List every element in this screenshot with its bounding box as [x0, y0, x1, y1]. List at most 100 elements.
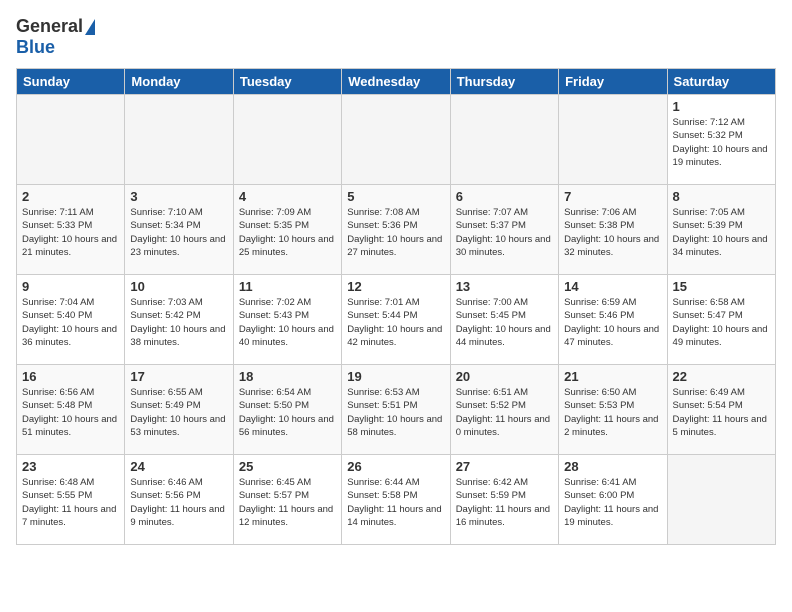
week-row-4: 16 Sunrise: 6:56 AM Sunset: 5:48 PM Dayli…	[17, 365, 776, 455]
day-number: 2	[22, 189, 119, 204]
calendar-cell-0-0	[17, 95, 125, 185]
calendar-header-row: SundayMondayTuesdayWednesdayThursdayFrid…	[17, 69, 776, 95]
day-info: Sunrise: 6:54 AM Sunset: 5:50 PM Dayligh…	[239, 386, 336, 439]
calendar-cell-1-6: 8 Sunrise: 7:05 AM Sunset: 5:39 PM Daylig…	[667, 185, 775, 275]
day-number: 18	[239, 369, 336, 384]
day-info: Sunrise: 7:08 AM Sunset: 5:36 PM Dayligh…	[347, 206, 444, 259]
calendar-cell-2-4: 13 Sunrise: 7:00 AM Sunset: 5:45 PM Dayli…	[450, 275, 558, 365]
day-number: 22	[673, 369, 770, 384]
day-number: 19	[347, 369, 444, 384]
day-number: 17	[130, 369, 227, 384]
calendar-cell-2-6: 15Sunrise: 6:58 AM Sunset: 5:47 PM Dayli…	[667, 275, 775, 365]
day-number: 4	[239, 189, 336, 204]
calendar-cell-3-3: 19 Sunrise: 6:53 AM Sunset: 5:51 PM Dayli…	[342, 365, 450, 455]
calendar-cell-0-5	[559, 95, 667, 185]
header-tuesday: Tuesday	[233, 69, 341, 95]
calendar-cell-3-1: 17 Sunrise: 6:55 AM Sunset: 5:49 PM Dayli…	[125, 365, 233, 455]
calendar-cell-3-0: 16 Sunrise: 6:56 AM Sunset: 5:48 PM Dayli…	[17, 365, 125, 455]
header-sunday: Sunday	[17, 69, 125, 95]
calendar-cell-0-4	[450, 95, 558, 185]
day-info: Sunrise: 6:45 AM Sunset: 5:57 PM Dayligh…	[239, 476, 336, 529]
calendar-cell-1-3: 5 Sunrise: 7:08 AM Sunset: 5:36 PM Daylig…	[342, 185, 450, 275]
day-info: Sunrise: 6:53 AM Sunset: 5:51 PM Dayligh…	[347, 386, 444, 439]
day-number: 25	[239, 459, 336, 474]
calendar-cell-3-6: 22Sunrise: 6:49 AM Sunset: 5:54 PM Dayli…	[667, 365, 775, 455]
logo: General Blue	[16, 16, 95, 58]
day-info: Sunrise: 7:10 AM Sunset: 5:34 PM Dayligh…	[130, 206, 227, 259]
day-number: 6	[456, 189, 553, 204]
day-number: 9	[22, 279, 119, 294]
calendar-cell-2-2: 11 Sunrise: 7:02 AM Sunset: 5:43 PM Dayli…	[233, 275, 341, 365]
day-number: 21	[564, 369, 661, 384]
calendar-cell-0-6: 1 Sunrise: 7:12 AM Sunset: 5:32 PM Daylig…	[667, 95, 775, 185]
day-info: Sunrise: 6:58 AM Sunset: 5:47 PM Dayligh…	[673, 296, 770, 349]
day-number: 12	[347, 279, 444, 294]
calendar-cell-4-4: 27Sunrise: 6:42 AM Sunset: 5:59 PM Dayli…	[450, 455, 558, 545]
day-info: Sunrise: 6:41 AM Sunset: 6:00 PM Dayligh…	[564, 476, 661, 529]
calendar-cell-3-4: 20Sunrise: 6:51 AM Sunset: 5:52 PM Dayli…	[450, 365, 558, 455]
calendar-cell-0-3	[342, 95, 450, 185]
day-number: 10	[130, 279, 227, 294]
calendar-cell-4-3: 26 Sunrise: 6:44 AM Sunset: 5:58 PM Dayli…	[342, 455, 450, 545]
day-info: Sunrise: 7:05 AM Sunset: 5:39 PM Dayligh…	[673, 206, 770, 259]
day-info: Sunrise: 6:50 AM Sunset: 5:53 PM Dayligh…	[564, 386, 661, 439]
calendar-cell-4-0: 23 Sunrise: 6:48 AM Sunset: 5:55 PM Dayli…	[17, 455, 125, 545]
day-number: 1	[673, 99, 770, 114]
week-row-2: 2Sunrise: 7:11 AM Sunset: 5:33 PM Daylig…	[17, 185, 776, 275]
day-number: 11	[239, 279, 336, 294]
day-info: Sunrise: 7:02 AM Sunset: 5:43 PM Dayligh…	[239, 296, 336, 349]
calendar-cell-4-5: 28 Sunrise: 6:41 AM Sunset: 6:00 PM Dayli…	[559, 455, 667, 545]
week-row-3: 9 Sunrise: 7:04 AM Sunset: 5:40 PM Daylig…	[17, 275, 776, 365]
day-info: Sunrise: 7:03 AM Sunset: 5:42 PM Dayligh…	[130, 296, 227, 349]
day-number: 13	[456, 279, 553, 294]
day-number: 20	[456, 369, 553, 384]
calendar-cell-2-3: 12 Sunrise: 7:01 AM Sunset: 5:44 PM Dayli…	[342, 275, 450, 365]
calendar-cell-3-2: 18 Sunrise: 6:54 AM Sunset: 5:50 PM Dayli…	[233, 365, 341, 455]
calendar-cell-1-1: 3 Sunrise: 7:10 AM Sunset: 5:34 PM Daylig…	[125, 185, 233, 275]
day-number: 26	[347, 459, 444, 474]
logo-blue-text: Blue	[16, 37, 55, 58]
day-info: Sunrise: 7:04 AM Sunset: 5:40 PM Dayligh…	[22, 296, 119, 349]
day-number: 16	[22, 369, 119, 384]
day-info: Sunrise: 7:07 AM Sunset: 5:37 PM Dayligh…	[456, 206, 553, 259]
day-number: 14	[564, 279, 661, 294]
day-number: 7	[564, 189, 661, 204]
week-row-1: 1 Sunrise: 7:12 AM Sunset: 5:32 PM Daylig…	[17, 95, 776, 185]
day-info: Sunrise: 6:44 AM Sunset: 5:58 PM Dayligh…	[347, 476, 444, 529]
day-info: Sunrise: 6:46 AM Sunset: 5:56 PM Dayligh…	[130, 476, 227, 529]
day-number: 8	[673, 189, 770, 204]
header-monday: Monday	[125, 69, 233, 95]
logo-general-text: General	[16, 16, 83, 37]
day-info: Sunrise: 7:01 AM Sunset: 5:44 PM Dayligh…	[347, 296, 444, 349]
calendar-cell-1-2: 4 Sunrise: 7:09 AM Sunset: 5:35 PM Daylig…	[233, 185, 341, 275]
calendar-cell-2-5: 14 Sunrise: 6:59 AM Sunset: 5:46 PM Dayli…	[559, 275, 667, 365]
header-saturday: Saturday	[667, 69, 775, 95]
calendar-cell-0-2	[233, 95, 341, 185]
day-number: 3	[130, 189, 227, 204]
calendar-cell-3-5: 21 Sunrise: 6:50 AM Sunset: 5:53 PM Dayli…	[559, 365, 667, 455]
day-number: 28	[564, 459, 661, 474]
day-info: Sunrise: 7:09 AM Sunset: 5:35 PM Dayligh…	[239, 206, 336, 259]
header-wednesday: Wednesday	[342, 69, 450, 95]
calendar-cell-1-0: 2Sunrise: 7:11 AM Sunset: 5:33 PM Daylig…	[17, 185, 125, 275]
day-info: Sunrise: 6:55 AM Sunset: 5:49 PM Dayligh…	[130, 386, 227, 439]
day-number: 5	[347, 189, 444, 204]
day-info: Sunrise: 7:12 AM Sunset: 5:32 PM Dayligh…	[673, 116, 770, 169]
day-info: Sunrise: 7:06 AM Sunset: 5:38 PM Dayligh…	[564, 206, 661, 259]
day-number: 24	[130, 459, 227, 474]
header-friday: Friday	[559, 69, 667, 95]
page-header: General Blue	[16, 16, 776, 58]
calendar-cell-4-2: 25 Sunrise: 6:45 AM Sunset: 5:57 PM Dayli…	[233, 455, 341, 545]
logo-triangle-icon	[85, 19, 95, 35]
day-number: 23	[22, 459, 119, 474]
calendar-cell-2-0: 9 Sunrise: 7:04 AM Sunset: 5:40 PM Daylig…	[17, 275, 125, 365]
day-number: 27	[456, 459, 553, 474]
day-info: Sunrise: 7:00 AM Sunset: 5:45 PM Dayligh…	[456, 296, 553, 349]
day-info: Sunrise: 6:48 AM Sunset: 5:55 PM Dayligh…	[22, 476, 119, 529]
calendar-cell-1-5: 7 Sunrise: 7:06 AM Sunset: 5:38 PM Daylig…	[559, 185, 667, 275]
day-info: Sunrise: 6:59 AM Sunset: 5:46 PM Dayligh…	[564, 296, 661, 349]
calendar-cell-4-6	[667, 455, 775, 545]
day-info: Sunrise: 6:56 AM Sunset: 5:48 PM Dayligh…	[22, 386, 119, 439]
calendar-cell-4-1: 24 Sunrise: 6:46 AM Sunset: 5:56 PM Dayli…	[125, 455, 233, 545]
header-thursday: Thursday	[450, 69, 558, 95]
